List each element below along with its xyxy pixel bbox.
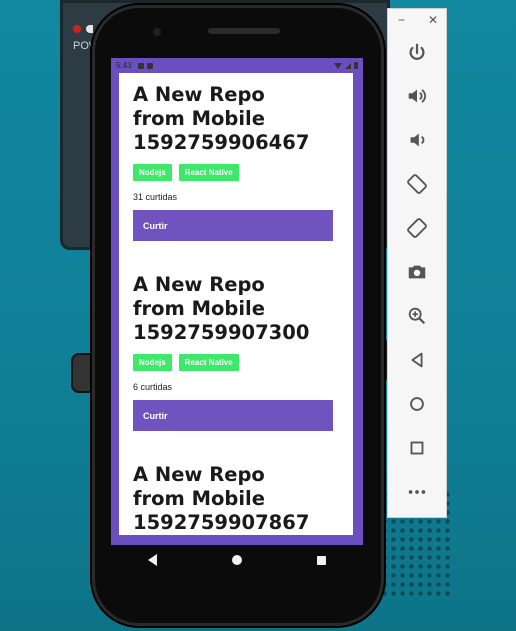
emulator-toolbar: − ✕ xyxy=(387,8,447,518)
rotate-right-button[interactable] xyxy=(404,215,430,241)
status-notification-icons xyxy=(137,62,153,69)
power-led-indicator xyxy=(86,25,93,33)
zoom-button[interactable] xyxy=(404,303,430,329)
phone-device: 5:43 A New Repo from Mobile 159275990646… xyxy=(95,8,381,623)
overview-button[interactable] xyxy=(404,435,430,461)
zoom-icon xyxy=(408,307,426,325)
home-button[interactable] xyxy=(404,391,430,417)
like-button[interactable]: Curtir xyxy=(133,210,333,241)
repository-title: A New Repo from Mobile 1592759906467 xyxy=(133,83,310,154)
likes-count: 6 curtidas xyxy=(133,382,173,392)
close-button[interactable]: ✕ xyxy=(428,13,438,27)
tech-list: Nodejs React Native xyxy=(133,164,339,181)
rotate-left-button[interactable] xyxy=(404,171,430,197)
repository-card: A New Repo from Mobile 1592759906467 Nod… xyxy=(133,83,339,241)
overview-icon xyxy=(410,441,424,455)
rotate-left-icon xyxy=(407,174,427,194)
repository-card: A New Repo from Mobile 1592759907867 xyxy=(133,463,339,535)
like-button[interactable]: Curtir xyxy=(133,400,333,431)
front-camera xyxy=(153,28,161,36)
camera-icon xyxy=(408,265,426,279)
power-icon xyxy=(409,43,425,60)
minimize-button[interactable]: − xyxy=(398,13,405,27)
nav-recents-icon[interactable] xyxy=(316,555,326,565)
volume-down-button[interactable] xyxy=(404,127,430,153)
phone-screen: 5:43 A New Repo from Mobile 159275990646… xyxy=(111,58,363,545)
wifi-icon xyxy=(334,62,342,69)
repository-card: A New Repo from Mobile 1592759907300 Nod… xyxy=(133,273,339,431)
more-icon xyxy=(408,490,426,494)
tech-badge: React Native xyxy=(178,164,239,181)
signal-icon xyxy=(345,62,351,69)
repository-title: A New Repo from Mobile 1592759907300 xyxy=(133,273,310,344)
home-icon xyxy=(410,397,424,411)
window-controls: − ✕ xyxy=(398,13,438,27)
more-button[interactable] xyxy=(404,479,430,505)
likes-count: 31 curtidas xyxy=(133,192,178,202)
repository-list[interactable]: A New Repo from Mobile 1592759906467 Nod… xyxy=(119,73,353,535)
notification-icon xyxy=(146,62,153,69)
back-button[interactable] xyxy=(404,347,430,373)
tech-badge: Nodejs xyxy=(133,354,172,371)
battery-icon xyxy=(354,62,358,69)
android-navigation-bar xyxy=(111,545,363,575)
nav-home-icon[interactable] xyxy=(231,555,242,565)
back-icon xyxy=(411,352,423,368)
tech-badge: React Native xyxy=(178,354,239,371)
status-system-icons xyxy=(334,62,358,69)
status-time: 5:43 xyxy=(116,61,132,70)
rotate-right-icon xyxy=(407,218,427,238)
status-bar: 5:43 xyxy=(111,58,363,73)
power-led xyxy=(73,25,81,33)
earpiece-speaker xyxy=(208,28,280,34)
volume-down-icon xyxy=(410,133,425,147)
repository-title: A New Repo from Mobile 1592759907867 xyxy=(133,463,310,534)
tech-badge: Nodejs xyxy=(133,164,172,181)
tech-list: Nodejs React Native xyxy=(133,354,339,371)
screenshot-button[interactable] xyxy=(404,259,430,285)
power-button[interactable] xyxy=(404,40,430,66)
volume-up-icon xyxy=(408,89,426,103)
volume-up-button[interactable] xyxy=(404,83,430,109)
notification-icon xyxy=(137,62,144,69)
nav-back-icon[interactable] xyxy=(148,554,158,566)
